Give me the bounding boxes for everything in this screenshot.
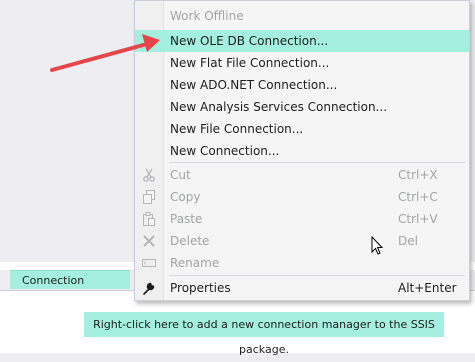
menu-item-label: Properties (170, 281, 231, 295)
shortcut-label: Ctrl+C (398, 190, 438, 204)
menu-item-new-flat-file-connection[interactable]: New Flat File Connection... (135, 52, 469, 74)
connection-managers-hint: Right-click here to add a new connection… (84, 312, 444, 356)
menu-item-new-analysis-services-connection[interactable]: New Analysis Services Connection... (135, 96, 469, 118)
menu-separator (169, 275, 465, 276)
tab-connection-managers[interactable]: Connection Managers (10, 270, 130, 306)
menu-item-properties[interactable]: Properties Alt+Enter (135, 277, 469, 299)
shortcut-label: Del (398, 234, 418, 248)
delete-x-icon (141, 233, 157, 249)
menu-item-new-connection[interactable]: New Connection... (135, 140, 469, 162)
menu-item-new-oledb-connection[interactable]: New OLE DB Connection... (135, 30, 469, 52)
scissors-icon (141, 167, 157, 183)
menu-item-label: New Analysis Services Connection... (170, 100, 388, 114)
menu-item-label: Work Offline (170, 9, 244, 23)
menu-separator (169, 162, 465, 163)
menu-item-label: New Flat File Connection... (170, 56, 330, 70)
menu-item-delete[interactable]: Delete Del (135, 230, 469, 252)
rename-icon (141, 255, 157, 271)
menu-item-label: New OLE DB Connection... (170, 34, 329, 48)
shortcut-label: Ctrl+V (398, 212, 438, 226)
wrench-icon (141, 280, 157, 296)
menu-item-label: New ADO.NET Connection... (170, 78, 338, 92)
shortcut-label: Alt+Enter (398, 281, 457, 295)
context-menu: Work Offline New OLE DB Connection... Ne… (134, 0, 470, 301)
menu-item-work-offline[interactable]: Work Offline (135, 5, 469, 27)
menu-item-label: Delete (170, 234, 210, 248)
menu-item-cut[interactable]: Cut Ctrl+X (135, 164, 469, 186)
clipboard-icon (141, 211, 157, 227)
menu-item-rename[interactable]: Rename (135, 252, 469, 274)
menu-item-label: New Connection... (170, 144, 280, 158)
copy-icon (141, 189, 157, 205)
menu-item-label: Paste (170, 212, 203, 226)
menu-item-copy[interactable]: Copy Ctrl+C (135, 186, 469, 208)
mouse-cursor-icon (371, 236, 384, 255)
shortcut-label: Ctrl+X (398, 168, 438, 182)
menu-item-label: Cut (170, 168, 191, 182)
menu-item-label: New File Connection... (170, 122, 304, 136)
menu-item-label: Copy (170, 190, 201, 204)
menu-item-new-file-connection[interactable]: New File Connection... (135, 118, 469, 140)
menu-item-label: Rename (170, 256, 220, 270)
menu-item-new-adonet-connection[interactable]: New ADO.NET Connection... (135, 74, 469, 96)
menu-item-paste[interactable]: Paste Ctrl+V (135, 208, 469, 230)
